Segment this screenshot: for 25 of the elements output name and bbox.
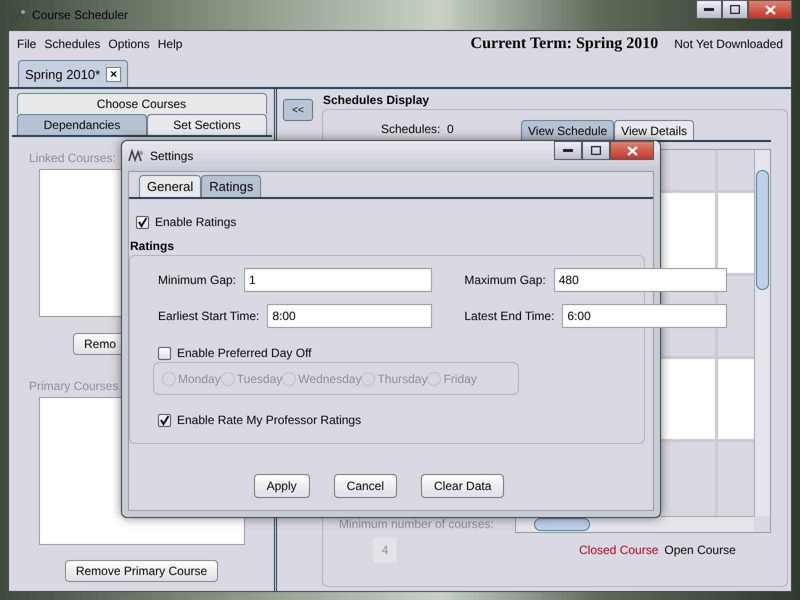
dialog-title: Settings xyxy=(150,149,194,163)
field-label: Maximum Gap: xyxy=(464,273,546,287)
download-status: Not Yet Downloaded xyxy=(674,37,783,51)
legend-label: Open Course xyxy=(664,543,736,559)
section-title: Schedules Display xyxy=(323,93,430,107)
radio-label: Monday xyxy=(178,372,221,386)
current-term: Current Term: Spring 2010 xyxy=(470,35,658,53)
min-courses-label: Minimum number of courses: xyxy=(339,517,495,531)
min-courses-value: 4 xyxy=(373,537,397,563)
window-title: Course Scheduler xyxy=(32,8,128,22)
radio-label: Wednesday xyxy=(298,372,362,386)
field-label: Latest End Time: xyxy=(464,309,554,323)
primary-courses-label: Primary Courses xyxy=(29,379,118,393)
field-label: Earliest Start Time: xyxy=(158,309,260,323)
legend-label: Closed Course xyxy=(579,543,658,559)
schedules-count: Schedules: 0 xyxy=(381,122,455,136)
linked-courses-label: Linked Courses: xyxy=(29,151,116,165)
checkbox-label: Enable Preferred Day Off xyxy=(177,346,312,360)
radio-label: Tuesday xyxy=(236,372,282,386)
checkbox-label: Enable Rate My Professor Ratings xyxy=(177,413,362,427)
field-label: Minimum Gap: xyxy=(158,273,236,287)
radio-label: Friday xyxy=(443,372,477,386)
section-heading: Ratings xyxy=(130,239,176,253)
checkbox-label: Enable Ratings xyxy=(155,215,236,229)
radio-label: Thursday xyxy=(377,372,428,386)
